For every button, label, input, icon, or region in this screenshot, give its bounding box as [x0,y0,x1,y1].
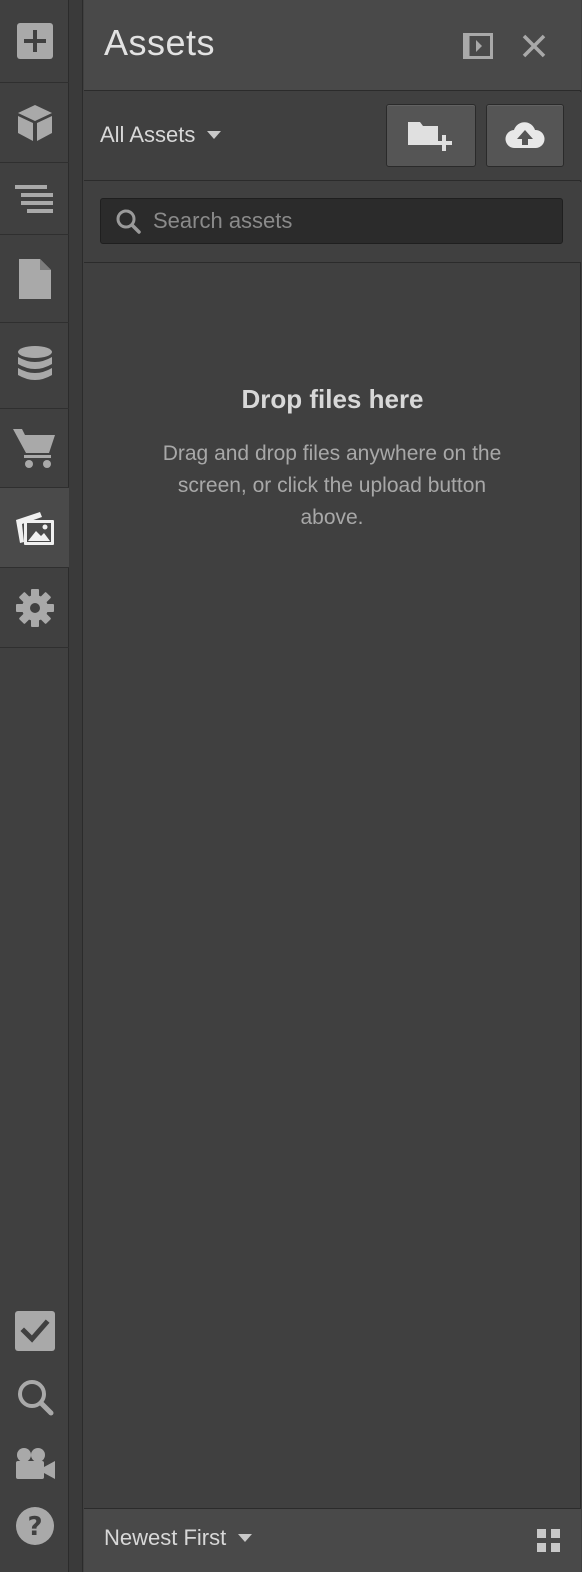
dock-panel-button[interactable] [460,28,496,64]
help-icon: ? [15,1507,54,1545]
settings-button[interactable] [0,568,69,648]
close-icon [522,34,546,58]
chevron-down-icon [238,1533,253,1542]
checkbox-icon [14,1311,55,1351]
video-tutorials-button[interactable] [0,1436,69,1492]
sort-order-dropdown[interactable]: Newest First [104,1525,253,1551]
chevron-down-icon [207,130,222,139]
ecommerce-button[interactable] [0,409,69,488]
pages-button[interactable] [0,235,69,323]
app-root: ? Assets All Assets Search assets Drop f… [0,0,582,1572]
drop-zone-description: Drag and drop files anywhere on the scre… [162,442,502,529]
sort-order-label: Newest First [104,1525,227,1550]
page-title: Assets [104,22,216,63]
new-folder-button[interactable] [386,104,476,167]
page-icon [18,258,51,299]
grid-view-toggle[interactable] [537,1529,561,1553]
search-field[interactable] [100,198,563,244]
gear-icon [15,588,54,627]
search-bar [84,182,581,263]
audit-button[interactable] [0,1305,69,1357]
video-camera-icon [15,1448,55,1479]
panel-footer: Newest First [84,1508,581,1572]
search-icon [17,1380,53,1416]
grid-icon [537,1529,560,1552]
cms-button[interactable] [0,323,69,409]
panel-header: Assets [84,0,581,91]
assets-panel-button[interactable] [0,488,70,568]
asset-folder-dropdown[interactable]: All Assets [100,122,222,148]
symbols-button[interactable] [0,83,69,163]
assets-icon [16,511,54,545]
search-input[interactable] [151,199,562,243]
upload-button[interactable] [486,104,564,167]
cloud-upload-icon [505,121,545,148]
close-panel-button[interactable] [516,28,552,64]
left-toolbar: ? [0,0,70,1572]
asset-folder-label: All Assets [100,122,196,147]
drop-zone-title: Drop files here [241,384,424,414]
assets-panel: Assets All Assets Search assets Drop fil… [84,0,581,1572]
database-icon [17,345,52,380]
search-icon [115,208,141,234]
folder-add-icon [408,121,452,151]
cart-icon [12,429,55,468]
drop-zone[interactable]: Drop files here Drag and drop files anyw… [84,264,581,1508]
cube-icon [17,104,52,141]
add-icon [16,23,53,59]
dock-panel-icon [463,33,493,59]
navigator-icon [14,184,53,213]
svg-text:?: ? [27,1512,42,1542]
navigator-button[interactable] [0,163,69,235]
search-button[interactable] [0,1372,69,1422]
help-button[interactable]: ? [0,1500,69,1552]
assets-toolbar: All Assets [84,92,581,181]
add-elements-button[interactable] [0,0,69,83]
rail-divider [69,0,83,1572]
